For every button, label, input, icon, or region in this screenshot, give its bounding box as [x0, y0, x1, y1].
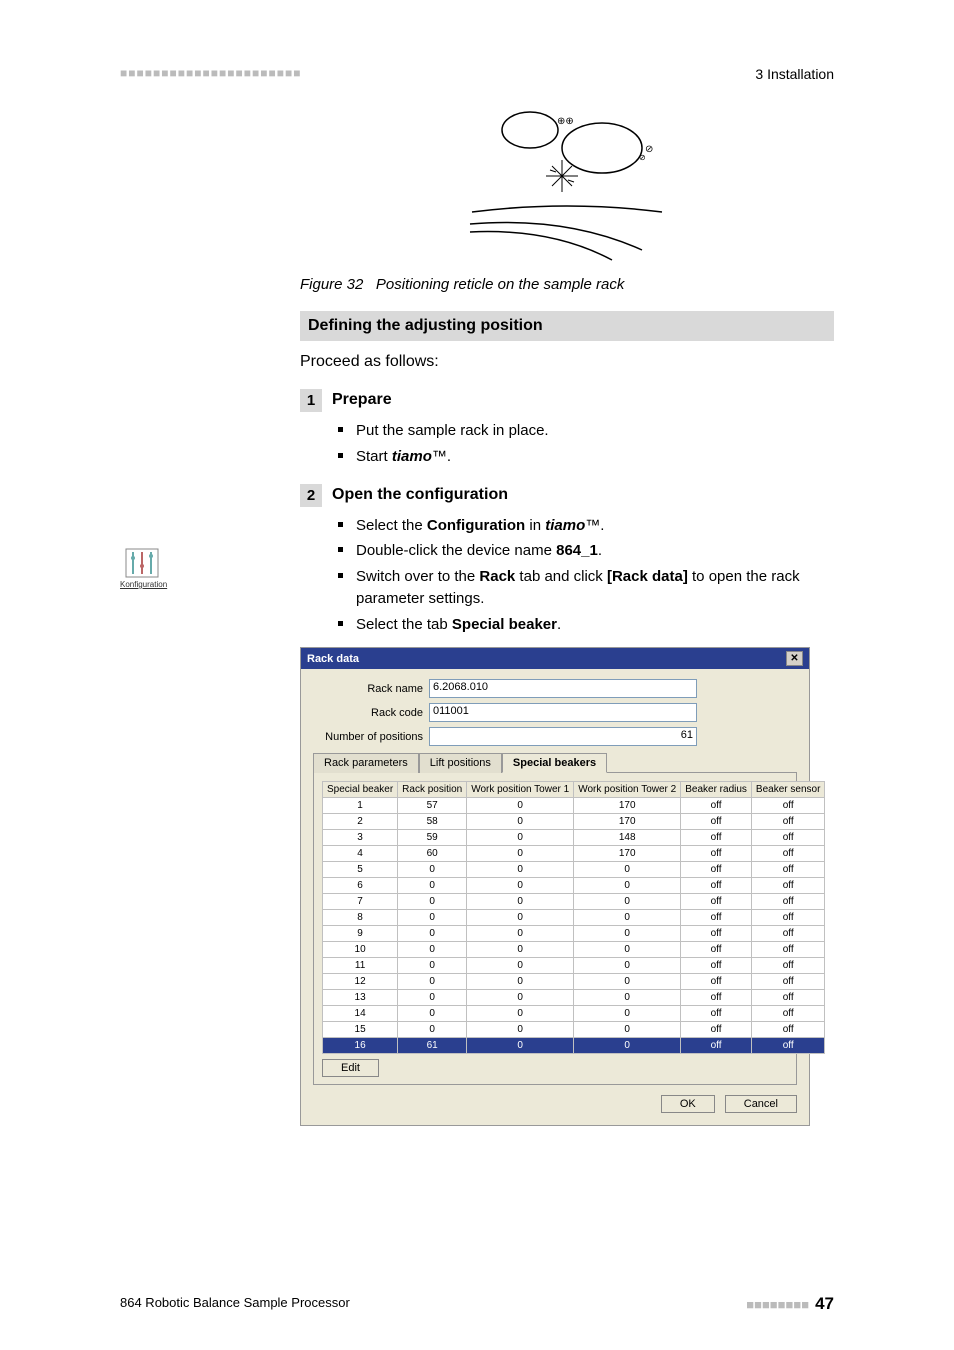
header-section: 3 Installation [755, 66, 834, 82]
cancel-button[interactable]: Cancel [725, 1095, 797, 1113]
list-item: Select the tab Special beaker. [356, 614, 834, 636]
svg-text:⊕⊕: ⊕⊕ [557, 116, 574, 127]
svg-text:⊘: ⊘ [645, 144, 653, 155]
special-beakers-table[interactable]: Special beakerRack positionWork position… [322, 781, 825, 1054]
table-header: Rack position [398, 782, 467, 798]
table-row[interactable]: 1570170offoff [323, 798, 825, 814]
step-2-number: 2 [300, 484, 322, 507]
list-item: Switch over to the Rack tab and click [R… [356, 566, 834, 610]
step-1-number: 1 [300, 389, 322, 412]
num-positions-field[interactable]: 61 [429, 727, 697, 746]
rack-code-field[interactable]: 011001 [429, 703, 697, 722]
header-dots-left: ■■■■■■■■■■■■■■■■■■■■■■ [120, 66, 301, 80]
table-row[interactable]: 9000offoff [323, 926, 825, 942]
section-heading: Defining the adjusting position [300, 311, 834, 341]
table-header: Special beaker [323, 782, 398, 798]
rack-data-dialog: Rack data ✕ Rack name 6.2068.010 Rack co… [300, 647, 810, 1126]
table-row[interactable]: 3590148offoff [323, 830, 825, 846]
rack-name-label: Rack name [313, 683, 429, 695]
intro-text: Proceed as follows: [300, 353, 834, 371]
tab-special-beakers[interactable]: Special beakers [502, 753, 607, 773]
edit-button[interactable]: Edit [322, 1059, 379, 1077]
step-2-title: Open the configuration [332, 484, 508, 504]
table-header: Beaker radius [681, 782, 752, 798]
table-row[interactable]: 14000offoff [323, 1006, 825, 1022]
figure-caption: Figure 32 Positioning reticle on the sam… [300, 276, 834, 293]
list-item: Select the Configuration in tiamo™. [356, 515, 834, 537]
table-header: Work position Tower 1 [467, 782, 574, 798]
tab-lift-positions[interactable]: Lift positions [419, 753, 502, 773]
table-row[interactable]: 2580170offoff [323, 814, 825, 830]
rack-code-label: Rack code [313, 707, 429, 719]
tab-rack-parameters[interactable]: Rack parameters [313, 753, 419, 773]
table-row[interactable]: 4600170offoff [323, 846, 825, 862]
table-row[interactable]: 7000offoff [323, 894, 825, 910]
ok-button[interactable]: OK [661, 1095, 715, 1113]
configuration-icon [125, 548, 159, 578]
step-1-title: Prepare [332, 389, 392, 409]
svg-text:⊘: ⊘ [639, 153, 646, 162]
table-row[interactable]: 8000offoff [323, 910, 825, 926]
configuration-icon-label: Konfiguration [120, 580, 164, 589]
table-row[interactable]: 5000offoff [323, 862, 825, 878]
table-row[interactable]: 11000offoff [323, 958, 825, 974]
dialog-title: Rack data [307, 653, 359, 665]
rack-name-field[interactable]: 6.2068.010 [429, 679, 697, 698]
table-row[interactable]: 13000offoff [323, 990, 825, 1006]
list-item: Double-click the device name 864_1. [356, 540, 834, 562]
table-row[interactable]: 166100offoff [323, 1038, 825, 1054]
table-header: Work position Tower 2 [574, 782, 681, 798]
table-row[interactable]: 10000offoff [323, 942, 825, 958]
list-item: Put the sample rack in place. [356, 420, 834, 442]
table-row[interactable]: 12000offoff [323, 974, 825, 990]
figure-illustration: ⊕⊕ ⊘ ⊘ [300, 100, 834, 270]
list-item: Start tiamo™. [356, 446, 834, 468]
num-positions-label: Number of positions [313, 731, 429, 743]
footer-page: ■■■■■■■■47 [746, 1294, 834, 1314]
table-row[interactable]: 15000offoff [323, 1022, 825, 1038]
footer-model: 864 Robotic Balance Sample Processor [120, 1295, 350, 1310]
table-header: Beaker sensor [751, 782, 824, 798]
close-icon[interactable]: ✕ [786, 651, 803, 666]
table-row[interactable]: 6000offoff [323, 878, 825, 894]
